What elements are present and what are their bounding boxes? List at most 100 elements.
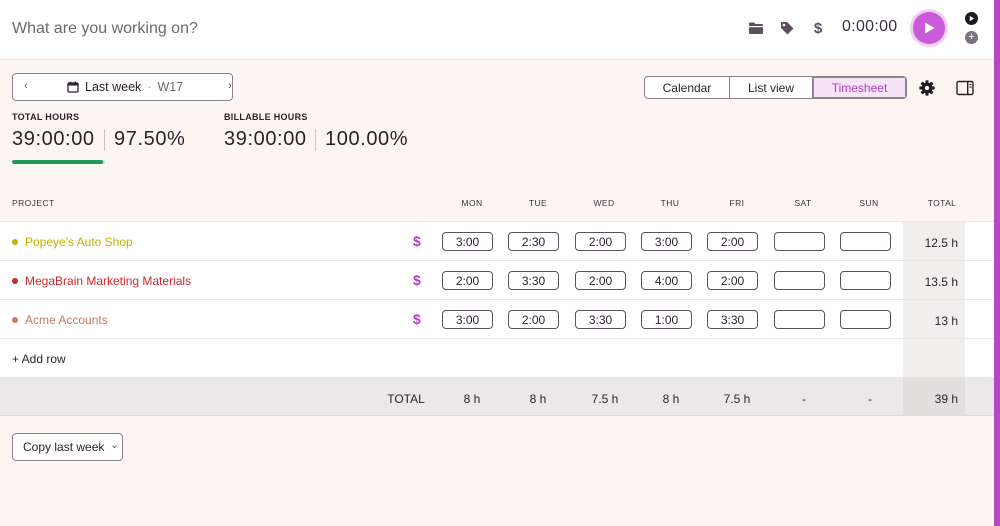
- project-label: MegaBrain Marketing Materials: [25, 274, 192, 288]
- column-header-mon: MON: [461, 198, 483, 208]
- chevron-down-icon: ⌄: [110, 439, 119, 451]
- week-picker[interactable]: ‹ Last week · W17 ›: [12, 73, 233, 101]
- hours-cell-sun[interactable]: [840, 232, 891, 251]
- day-total-mon: 8 h: [463, 392, 481, 406]
- manual-mode-button[interactable]: +: [965, 31, 978, 44]
- copy-last-week-button[interactable]: Copy last week ⌄: [12, 433, 123, 461]
- project-label: Popeye's Auto Shop: [25, 235, 133, 249]
- project-color-dot: [12, 278, 18, 284]
- start-timer-button[interactable]: [913, 12, 945, 44]
- table-row: Acme Accounts $ 13 h: [0, 300, 994, 339]
- project-color-dot: [12, 239, 18, 245]
- billable-dollar-icon[interactable]: $: [413, 233, 421, 249]
- project-name[interactable]: MegaBrain Marketing Materials: [12, 274, 191, 288]
- total-hours-progress: [12, 160, 105, 164]
- project-color-dot: [12, 317, 18, 323]
- side-panel-icon[interactable]: [956, 80, 974, 96]
- week-range-label: Last week: [85, 80, 142, 94]
- hours-cell-tue[interactable]: [508, 232, 559, 251]
- copy-last-week-label: Copy last week: [23, 440, 105, 454]
- column-header-project: PROJECT: [12, 198, 55, 208]
- hours-cell-sat[interactable]: [774, 271, 825, 290]
- chevron-left-icon[interactable]: ‹: [19, 80, 33, 92]
- folder-icon[interactable]: [746, 18, 766, 38]
- day-total-tue: 8 h: [529, 392, 547, 406]
- hours-cell-sun[interactable]: [840, 310, 891, 329]
- table-header: PROJECT MON TUE WED THU FRI SAT SUN TOTA…: [0, 184, 994, 222]
- column-header-wed: WED: [593, 198, 615, 208]
- hours-cell-wed[interactable]: [575, 310, 626, 329]
- stat-divider: [315, 129, 316, 151]
- hours-cell-wed[interactable]: [575, 271, 626, 290]
- hours-cell-sat[interactable]: [774, 232, 825, 251]
- billable-hours-label: BILLABLE HOURS: [224, 112, 308, 122]
- hours-cell-fri[interactable]: [707, 232, 758, 251]
- total-hours-percent: 97.50%: [114, 128, 186, 150]
- day-total-sat: -: [802, 392, 806, 406]
- sidebar-accent-edge: [994, 0, 1000, 526]
- add-row-button[interactable]: + Add row: [12, 352, 66, 366]
- project-name[interactable]: Popeye's Auto Shop: [12, 235, 133, 249]
- tab-timesheet[interactable]: Timesheet: [813, 77, 906, 98]
- dollar-icon[interactable]: $: [808, 18, 828, 38]
- hours-cell-sat[interactable]: [774, 310, 825, 329]
- column-header-thu: THU: [660, 198, 680, 208]
- column-header-tue: TUE: [528, 198, 548, 208]
- hours-cell-tue[interactable]: [508, 310, 559, 329]
- totals-label: TOTAL: [387, 392, 425, 406]
- grand-total: 39 h: [934, 392, 958, 406]
- total-hours-label: TOTAL HOURS: [12, 112, 80, 122]
- hours-cell-mon[interactable]: [442, 310, 493, 329]
- task-description-input[interactable]: [12, 17, 612, 41]
- hours-cell-mon[interactable]: [442, 271, 493, 290]
- hours-cell-mon[interactable]: [442, 232, 493, 251]
- total-hours-value: 39:00:00: [12, 128, 95, 150]
- total-hours-progress-fill: [12, 160, 103, 164]
- gear-icon[interactable]: [918, 79, 936, 97]
- hours-cell-fri[interactable]: [707, 310, 758, 329]
- table-row: Popeye's Auto Shop $ 12.5 h: [0, 222, 994, 261]
- play-icon: [925, 22, 935, 34]
- column-header-sun: SUN: [859, 198, 879, 208]
- chevron-right-icon[interactable]: ›: [223, 80, 237, 92]
- hours-cell-thu[interactable]: [641, 271, 692, 290]
- view-switch: Calendar List view Timesheet: [644, 76, 907, 99]
- tab-calendar[interactable]: Calendar: [645, 77, 730, 98]
- column-header-sat: SAT: [794, 198, 812, 208]
- week-separator: ·: [147, 80, 152, 94]
- project-name[interactable]: Acme Accounts: [12, 313, 108, 327]
- add-row-row: + Add row: [0, 339, 994, 378]
- hours-cell-thu[interactable]: [641, 310, 692, 329]
- mini-play-icon: [969, 15, 975, 22]
- timesheet-table: PROJECT MON TUE WED THU FRI SAT SUN TOTA…: [0, 184, 994, 416]
- hours-cell-fri[interactable]: [707, 271, 758, 290]
- billable-hours-value: 39:00:00: [224, 128, 307, 150]
- hours-cell-tue[interactable]: [508, 271, 559, 290]
- hours-cell-sun[interactable]: [840, 271, 891, 290]
- day-total-fri: 7.5 h: [723, 392, 751, 406]
- add-icon: +: [968, 31, 975, 43]
- week-number: W17: [157, 80, 184, 94]
- row-total: 13.5 h: [924, 275, 958, 289]
- day-total-wed: 7.5 h: [591, 392, 619, 406]
- day-total-sun: -: [868, 392, 872, 406]
- billable-dollar-icon[interactable]: $: [413, 311, 421, 327]
- timer-bar: $ 0:00:00 +: [0, 0, 994, 60]
- column-header-fri: FRI: [729, 198, 745, 208]
- row-total: 13 h: [934, 314, 958, 328]
- hours-cell-thu[interactable]: [641, 232, 692, 251]
- tag-icon[interactable]: [777, 18, 797, 38]
- project-label: Acme Accounts: [25, 313, 108, 327]
- hours-cell-wed[interactable]: [575, 232, 626, 251]
- timer-mode-button[interactable]: [965, 12, 978, 25]
- stat-divider: [104, 129, 105, 151]
- billable-dollar-icon[interactable]: $: [413, 272, 421, 288]
- day-total-thu: 8 h: [662, 392, 680, 406]
- table-row: MegaBrain Marketing Materials $ 13.5 h: [0, 261, 994, 300]
- calendar-icon: [67, 81, 79, 93]
- row-total: 12.5 h: [924, 236, 958, 250]
- column-header-total: TOTAL: [927, 198, 957, 208]
- week-picker-label: Last week · W17: [67, 80, 183, 94]
- timer-display: 0:00:00: [842, 18, 898, 35]
- tab-list-view[interactable]: List view: [730, 77, 813, 98]
